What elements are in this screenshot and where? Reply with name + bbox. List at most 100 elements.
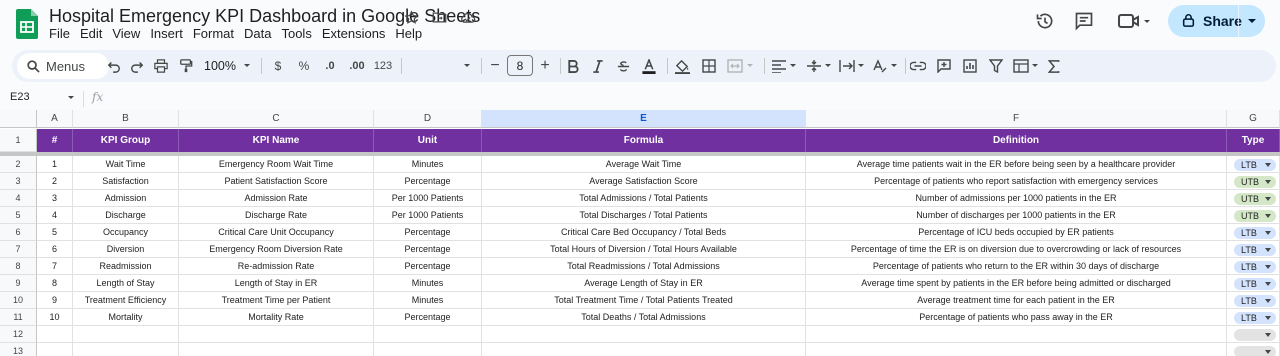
row-header[interactable]: 3 xyxy=(0,173,37,190)
comments-icon[interactable] xyxy=(1073,10,1095,32)
menu-help[interactable]: Help xyxy=(395,26,422,41)
table-cell[interactable]: Emergency Room Wait Time xyxy=(179,156,374,173)
type-dropdown-chip[interactable]: LTB xyxy=(1234,227,1276,239)
table-cell[interactable]: Admission Rate xyxy=(179,190,374,207)
table-cell[interactable]: Number of admissions per 1000 patients i… xyxy=(806,190,1227,207)
column-header-e[interactable]: E xyxy=(482,110,806,128)
table-cell[interactable]: Treatment Time per Patient xyxy=(179,292,374,309)
type-dropdown-chip[interactable] xyxy=(1234,329,1276,341)
table-cell[interactable]: Number of discharges per 1000 patients i… xyxy=(806,207,1227,224)
table-cell[interactable] xyxy=(37,326,73,343)
row-header[interactable]: 4 xyxy=(0,190,37,207)
table-cell[interactable]: Treatment Efficiency xyxy=(73,292,179,309)
table-cell[interactable]: 5 xyxy=(37,224,73,241)
row-header[interactable]: 8 xyxy=(0,258,37,275)
menu-tools[interactable]: Tools xyxy=(281,26,311,41)
table-cell[interactable] xyxy=(806,343,1227,356)
table-cell[interactable]: Discharge Rate xyxy=(179,207,374,224)
meet-icon[interactable] xyxy=(1116,10,1152,32)
type-dropdown-chip[interactable] xyxy=(1234,346,1276,356)
type-dropdown-chip[interactable]: LTB xyxy=(1234,244,1276,256)
menu-data[interactable]: Data xyxy=(244,26,271,41)
table-cell[interactable]: Percentage of patients who return to the… xyxy=(806,258,1227,275)
table-cell[interactable] xyxy=(374,326,482,343)
row-header[interactable]: 1 xyxy=(0,129,37,152)
table-cell[interactable]: Percentage xyxy=(374,224,482,241)
share-options-icon[interactable] xyxy=(1246,14,1258,30)
bold-icon[interactable] xyxy=(565,56,581,76)
table-cell[interactable]: Percentage of patients who pass away in … xyxy=(806,309,1227,326)
strikethrough-icon[interactable] xyxy=(615,56,631,76)
sheets-logo-icon[interactable] xyxy=(16,9,38,39)
table-cell[interactable]: Mortality xyxy=(73,309,179,326)
increase-decimal-button[interactable]: .00 xyxy=(346,56,368,76)
table-cell[interactable]: Wait Time xyxy=(73,156,179,173)
vertical-align-icon[interactable] xyxy=(805,56,835,76)
move-to-folder-icon[interactable] xyxy=(430,8,448,26)
table-cell[interactable]: Average Satisfaction Score xyxy=(482,173,806,190)
filter-icon[interactable] xyxy=(987,56,1005,76)
fill-color-icon[interactable] xyxy=(673,56,691,76)
undo-icon[interactable] xyxy=(105,56,123,76)
insert-link-icon[interactable] xyxy=(909,56,927,76)
type-dropdown-chip[interactable]: LTB xyxy=(1234,312,1276,324)
text-color-icon[interactable] xyxy=(640,56,658,76)
table-cell[interactable]: 2 xyxy=(37,173,73,190)
text-wrapping-icon[interactable] xyxy=(838,56,868,76)
table-cell[interactable]: Average Wait Time xyxy=(482,156,806,173)
table-cell[interactable]: 4 xyxy=(37,207,73,224)
type-dropdown-chip[interactable]: UTB xyxy=(1234,176,1276,188)
type-dropdown-chip[interactable]: UTB xyxy=(1234,193,1276,205)
table-cell[interactable] xyxy=(806,326,1227,343)
table-cell[interactable]: Total Hours of Diversion / Total Hours A… xyxy=(482,241,806,258)
menus-search[interactable]: Menus xyxy=(17,53,109,79)
merge-cells-icon[interactable] xyxy=(726,56,756,76)
table-cell[interactable]: Critical Care Unit Occupancy xyxy=(179,224,374,241)
table-cell[interactable]: 1 xyxy=(37,156,73,173)
table-cell[interactable]: Total Discharges / Total Patients xyxy=(482,207,806,224)
table-cell[interactable]: Average time spent by patients in the ER… xyxy=(806,275,1227,292)
menu-file[interactable]: File xyxy=(49,26,70,41)
font-family-select[interactable] xyxy=(408,56,472,76)
row-header[interactable]: 13 xyxy=(0,343,37,356)
table-cell[interactable]: Percentage of time the ER is on diversio… xyxy=(806,241,1227,258)
header-cell-e[interactable]: Formula xyxy=(482,129,806,152)
table-cell[interactable]: 9 xyxy=(37,292,73,309)
header-cell-b[interactable]: KPI Group xyxy=(73,129,179,152)
menu-extensions[interactable]: Extensions xyxy=(322,26,386,41)
column-header-d[interactable]: D xyxy=(374,110,482,128)
column-header-f[interactable]: F xyxy=(806,110,1227,128)
header-cell-f[interactable]: Definition xyxy=(806,129,1227,152)
table-cell[interactable]: Percentage of patients who report satisf… xyxy=(806,173,1227,190)
menu-view[interactable]: View xyxy=(112,26,140,41)
row-header[interactable]: 6 xyxy=(0,224,37,241)
select-all-corner[interactable] xyxy=(0,110,37,128)
table-cell[interactable] xyxy=(73,326,179,343)
print-icon[interactable] xyxy=(152,56,170,76)
decrease-font-size-button[interactable]: − xyxy=(488,56,502,76)
table-cell[interactable]: Average Length of Stay in ER xyxy=(482,275,806,292)
table-cell[interactable]: Length of Stay xyxy=(73,275,179,292)
type-dropdown-chip[interactable]: UTB xyxy=(1234,210,1276,222)
table-cell[interactable]: Critical Care Bed Occupancy / Total Beds xyxy=(482,224,806,241)
cloud-status-icon[interactable] xyxy=(458,8,476,26)
font-size-input[interactable]: 8 xyxy=(507,55,533,76)
type-dropdown-chip[interactable]: LTB xyxy=(1234,261,1276,273)
table-cell[interactable]: Occupancy xyxy=(73,224,179,241)
table-cell[interactable]: Mortality Rate xyxy=(179,309,374,326)
table-cell[interactable]: Readmission xyxy=(73,258,179,275)
name-box[interactable]: E23 xyxy=(10,91,30,103)
spreadsheet-grid[interactable]: A B C D E F G 1 # KPI Group KPI Name Unit Formula Def… xyxy=(0,110,1280,356)
zoom-select[interactable]: 100% xyxy=(204,56,252,76)
table-cell[interactable]: Patient Satisfaction Score xyxy=(179,173,374,190)
table-cell[interactable]: Percentage of ICU beds occupied by ER pa… xyxy=(806,224,1227,241)
table-cell[interactable]: Per 1000 Patients xyxy=(374,190,482,207)
type-dropdown-chip[interactable]: LTB xyxy=(1234,278,1276,290)
history-icon[interactable] xyxy=(1034,10,1056,32)
currency-button[interactable]: $ xyxy=(271,56,285,76)
table-cell[interactable]: 8 xyxy=(37,275,73,292)
table-cell[interactable]: Minutes xyxy=(374,292,482,309)
table-cell[interactable]: 3 xyxy=(37,190,73,207)
table-cell[interactable] xyxy=(37,343,73,356)
table-cell[interactable]: Average time patients wait in the ER bef… xyxy=(806,156,1227,173)
